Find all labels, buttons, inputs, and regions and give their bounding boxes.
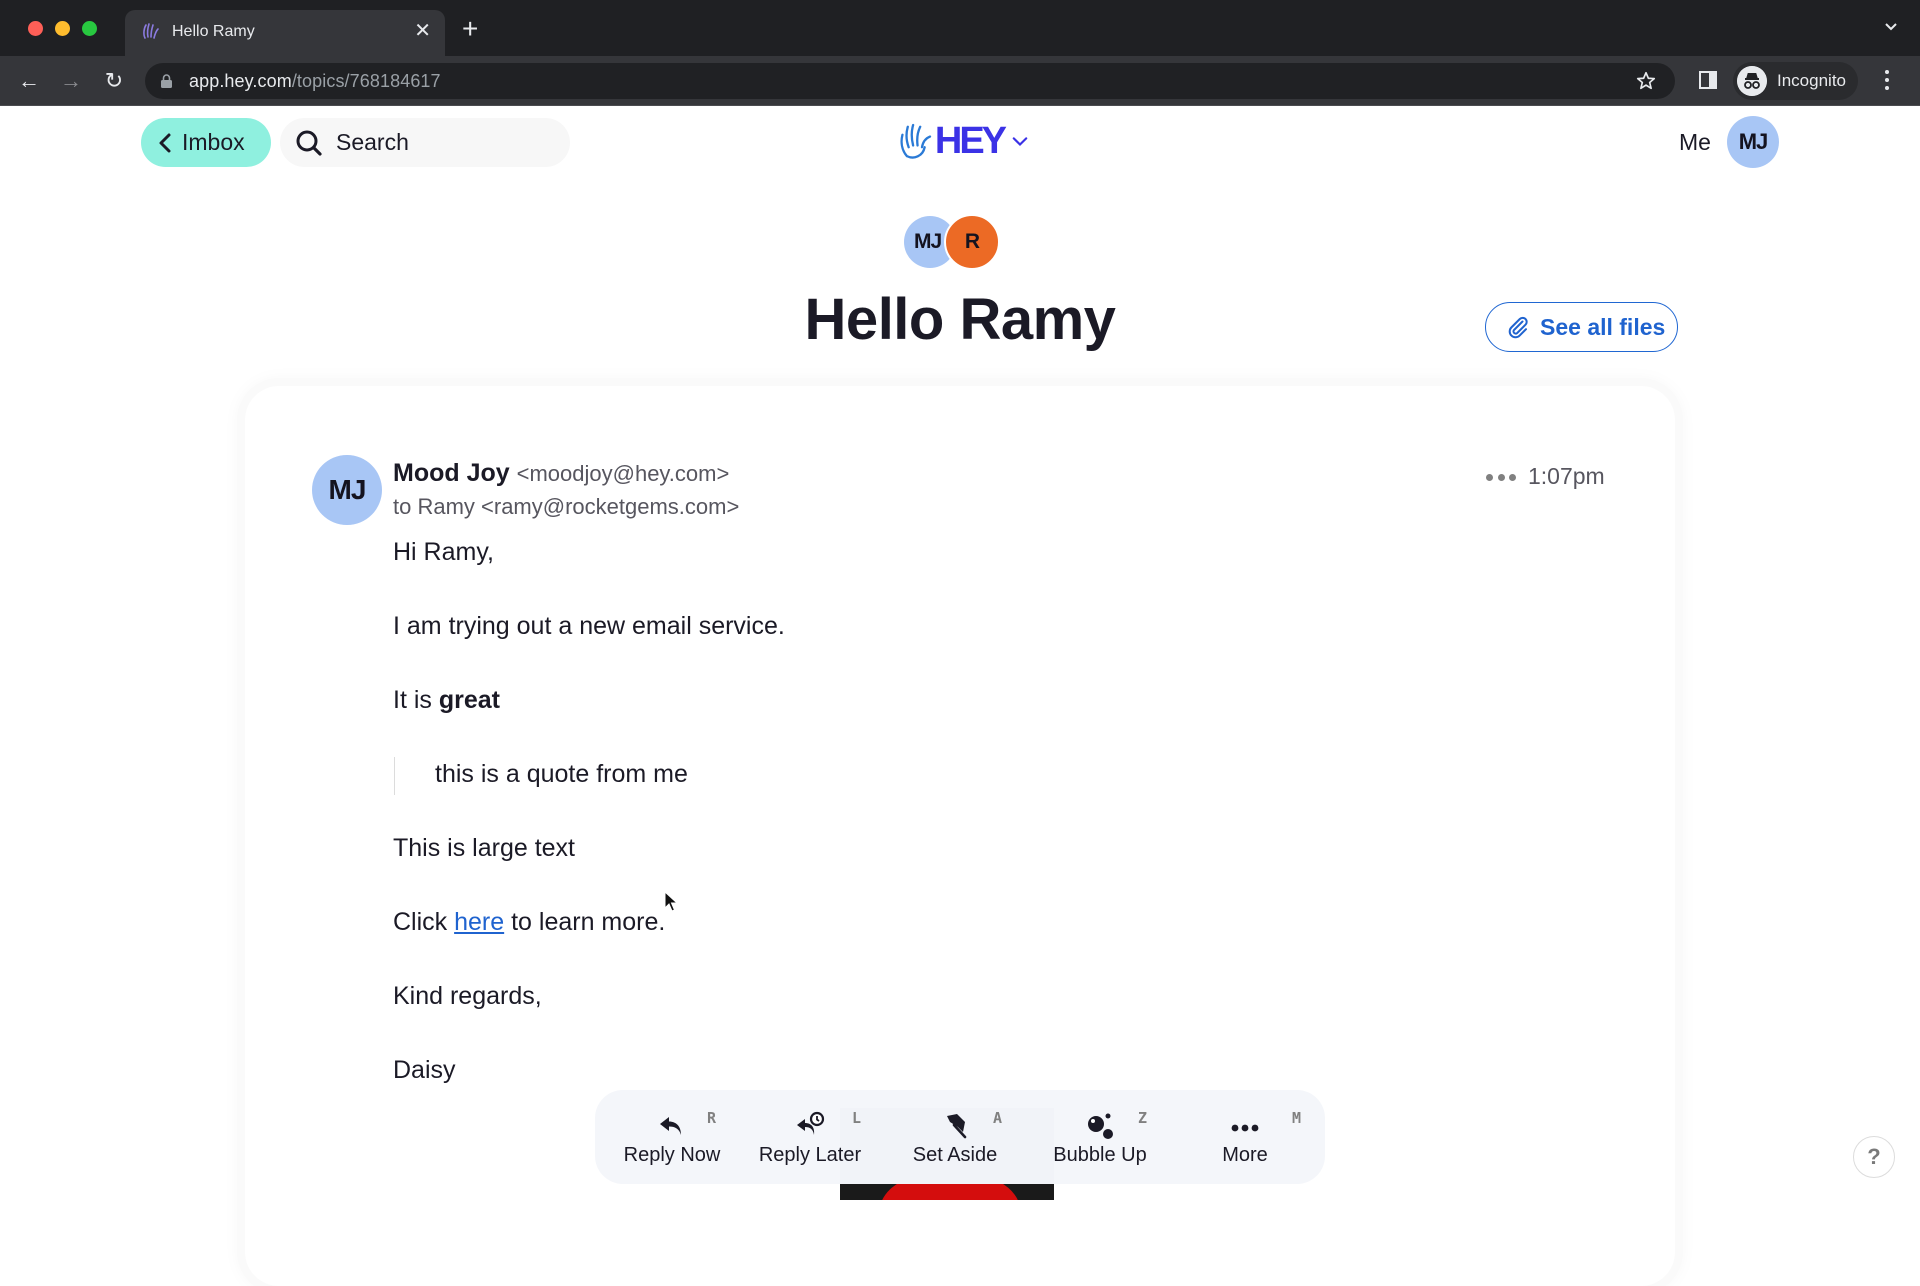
incognito-icon xyxy=(1737,66,1767,96)
close-icon[interactable]: ✕ xyxy=(414,19,431,43)
body-signature: Daisy xyxy=(393,1056,456,1084)
star-icon[interactable] xyxy=(1635,70,1657,92)
plus-icon[interactable]: + xyxy=(462,15,478,43)
url-text: app.hey.com/topics/768184617 xyxy=(189,71,441,92)
window-minimize-button[interactable] xyxy=(55,21,70,36)
body-line-2: It is great xyxy=(393,686,500,715)
bubble-up-label: Bubble Up xyxy=(1053,1144,1147,1166)
body-large-text: This is large text xyxy=(393,834,576,862)
more-shortcut: M xyxy=(1292,1109,1302,1127)
reply-later-icon xyxy=(797,1111,825,1135)
reply-now-shortcut: R xyxy=(707,1109,717,1127)
reply-later-shortcut: L xyxy=(852,1109,862,1127)
sender-email: <moodjoy@hey.com> xyxy=(516,461,730,486)
chevron-left-icon xyxy=(159,133,171,152)
participants: MJ R xyxy=(904,214,1004,270)
arrow-right-icon[interactable]: → xyxy=(58,68,84,94)
kebab-menu-icon[interactable] xyxy=(1884,70,1890,92)
help-button[interactable]: ? xyxy=(1853,1136,1895,1178)
bubble-up-shortcut: Z xyxy=(1138,1109,1148,1127)
learn-more-link[interactable]: here xyxy=(454,908,504,936)
set-aside-shortcut: A xyxy=(993,1109,1003,1127)
hey-hand-logo-icon xyxy=(900,123,932,159)
reply-icon xyxy=(660,1117,681,1135)
arrow-left-icon[interactable]: ← xyxy=(16,68,42,94)
bubble-up-button[interactable]: Z Bubble Up xyxy=(1035,1090,1165,1184)
imbox-label: Imbox xyxy=(182,129,245,155)
search-label: Search xyxy=(336,129,409,155)
link-prefix: Click xyxy=(393,908,455,936)
set-aside-label: Set Aside xyxy=(912,1144,998,1166)
mouse-cursor-icon xyxy=(664,891,678,912)
address-bar[interactable]: app.hey.com/topics/768184617 xyxy=(145,63,1675,99)
bubble-icon xyxy=(1088,1113,1113,1139)
message-time: 1:07pm xyxy=(1528,463,1605,489)
blockquote-bar xyxy=(394,757,395,795)
me-label[interactable]: Me xyxy=(1679,129,1711,156)
chevron-down-icon[interactable] xyxy=(1884,20,1898,34)
see-all-files-label: See all files xyxy=(1540,313,1666,340)
body-greeting: Hi Ramy, xyxy=(393,538,494,566)
hey-menu-button[interactable]: HEY xyxy=(898,116,1028,166)
lock-icon xyxy=(161,74,172,88)
url-host: app.hey.com xyxy=(189,71,292,91)
body-signoff: Kind regards, xyxy=(393,982,542,1010)
browser-toolbar: ← → ↻ app.hey.com/topics/768184617 Incog… xyxy=(0,56,1920,106)
pin-icon xyxy=(947,1114,967,1139)
incognito-label: Incognito xyxy=(1777,71,1846,90)
set-aside-button[interactable]: A Set Aside xyxy=(890,1090,1020,1184)
hey-logo-text: HEY xyxy=(934,119,1007,162)
back-to-imbox-button[interactable]: Imbox xyxy=(141,118,271,167)
reload-icon[interactable]: ↻ xyxy=(101,68,127,94)
reply-later-label: Reply Later xyxy=(758,1144,862,1166)
body-bold-text: great xyxy=(438,686,500,714)
recipient-line: to Ramy <ramy@rocketgems.com> xyxy=(393,494,740,519)
chevron-down-icon xyxy=(1012,137,1028,147)
me-avatar[interactable]: MJ xyxy=(1727,116,1779,168)
paperclip-icon xyxy=(1508,316,1528,339)
body-quote: this is a quote from me xyxy=(435,760,688,788)
search-button[interactable]: Search xyxy=(280,118,570,167)
body-line-1: I am trying out a new email service. xyxy=(393,612,785,640)
reply-now-button[interactable]: R Reply Now xyxy=(607,1090,737,1184)
incognito-profile-button[interactable]: Incognito xyxy=(1733,62,1858,100)
link-suffix: to learn more. xyxy=(504,908,666,936)
hey-favicon-icon xyxy=(143,23,159,39)
url-path: /topics/768184617 xyxy=(291,71,441,91)
sender-line: Mood Joy <moodjoy@hey.com> xyxy=(393,459,729,488)
window-close-button[interactable] xyxy=(28,21,43,36)
sender-name[interactable]: Mood Joy xyxy=(393,459,510,487)
window-zoom-button[interactable] xyxy=(82,21,97,36)
participant-avatar-r[interactable]: R xyxy=(944,214,1000,270)
action-bar: R Reply Now L Reply Later A Set Aside Z … xyxy=(595,1090,1325,1184)
browser-tab-bar: Hello Ramy ✕ + xyxy=(0,0,1920,56)
reply-now-label: Reply Now xyxy=(623,1144,721,1166)
sender-avatar[interactable]: MJ xyxy=(312,455,382,525)
search-icon xyxy=(296,130,322,156)
message-options-icon[interactable] xyxy=(1486,474,1516,482)
see-all-files-button[interactable]: See all files xyxy=(1485,302,1678,352)
tab-title: Hello Ramy xyxy=(172,23,255,40)
body-link-line: Click here to learn more. xyxy=(393,908,665,937)
reply-later-button[interactable]: L Reply Later xyxy=(745,1090,875,1184)
more-label: More xyxy=(1222,1144,1268,1166)
body-line-2-prefix: It is xyxy=(393,686,439,714)
browser-tab[interactable]: Hello Ramy ✕ xyxy=(125,10,445,56)
side-panel-icon[interactable] xyxy=(1699,71,1717,89)
more-icon xyxy=(1231,1124,1259,1132)
more-button[interactable]: M More xyxy=(1180,1090,1310,1184)
